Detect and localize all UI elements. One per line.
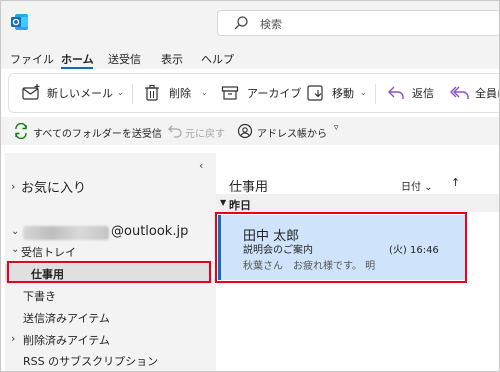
group-header[interactable] xyxy=(216,194,499,212)
delete-button[interactable]: 削除 xyxy=(169,85,191,101)
tab-send-receive[interactable]: 送受信 xyxy=(108,51,141,67)
reply-all-button[interactable]: 全員に xyxy=(475,85,499,101)
new-mail-dropdown-icon[interactable]: ⌄ xyxy=(117,88,124,97)
search-icon xyxy=(234,16,248,30)
address-book-icon xyxy=(237,123,253,139)
blurred-account-name xyxy=(23,226,109,240)
archive-icon xyxy=(221,86,239,100)
sort-by-date-button[interactable]: 日付 ⌄ xyxy=(401,178,433,193)
folder-inbox[interactable]: 受信トレイ xyxy=(21,244,76,260)
highlight-box xyxy=(215,212,467,283)
tab-view[interactable]: 表示 xyxy=(161,51,183,67)
ribbon-divider xyxy=(375,84,376,104)
delete-icon xyxy=(145,84,159,101)
favorites-header[interactable]: お気に入り xyxy=(21,177,86,196)
tab-file[interactable]: ファイル xyxy=(10,51,54,67)
chevron-down-icon[interactable]: ⌄ xyxy=(11,244,19,255)
chevron-right-icon[interactable]: › xyxy=(11,332,15,345)
active-tab-indicator xyxy=(61,67,93,69)
search-box[interactable]: 検索 xyxy=(217,10,499,36)
send-receive-all-button[interactable]: すべてのフォルダーを送受信 xyxy=(33,125,162,140)
send-receive-icon xyxy=(15,123,27,139)
move-dropdown-icon[interactable]: ⌄ xyxy=(360,88,367,97)
outlook-logo-icon xyxy=(11,14,28,30)
move-icon xyxy=(307,85,323,101)
new-mail-icon xyxy=(22,84,40,100)
address-book-button[interactable]: アドレス帳から xyxy=(257,125,327,140)
list-title: 仕事用 xyxy=(229,180,269,195)
sort-label: 日付 xyxy=(401,182,421,193)
folder-drafts[interactable]: 下書き xyxy=(23,288,56,304)
outlook-window: 検索 ファイル ホーム 送受信 表示 ヘルプ 新しいメール ⌄ 削除 ⌄ アーカ… xyxy=(0,0,500,372)
chevron-right-icon[interactable]: › xyxy=(11,180,15,193)
search-placeholder: 検索 xyxy=(260,18,282,31)
archive-button[interactable]: アーカイブ xyxy=(247,85,301,101)
sort-direction-icon[interactable]: ↑ xyxy=(451,176,460,189)
account-name[interactable]: @outlook.jp xyxy=(111,224,188,239)
new-mail-button[interactable]: 新しいメール xyxy=(47,85,113,101)
tab-help[interactable]: ヘルプ xyxy=(201,51,234,67)
tab-home[interactable]: ホーム xyxy=(61,51,94,67)
reply-icon xyxy=(388,86,404,99)
ribbon: 新しいメール ⌄ 削除 ⌄ アーカイブ 移動 ⌄ 返信 全員 xyxy=(8,73,499,113)
reply-all-icon xyxy=(450,86,469,99)
highlight-box xyxy=(7,261,211,283)
reply-button[interactable]: 返信 xyxy=(412,85,434,101)
folder-rss[interactable]: RSS のサブスクリプション xyxy=(23,353,158,369)
group-collapse-icon[interactable]: ▼ xyxy=(220,198,226,207)
ribbon-divider xyxy=(132,84,133,104)
delete-dropdown-icon[interactable]: ⌄ xyxy=(201,88,208,97)
move-button[interactable]: 移動 xyxy=(332,85,354,101)
folder-deleted[interactable]: 削除済みアイテム xyxy=(23,332,110,348)
customize-quickbar-icon[interactable]: ▿ xyxy=(334,123,339,133)
chevron-down-icon[interactable]: ⌄ xyxy=(11,226,19,237)
undo-button[interactable]: 元に戻す xyxy=(185,125,225,140)
folder-sent[interactable]: 送信済みアイテム xyxy=(23,310,110,326)
undo-icon xyxy=(168,125,182,138)
group-label: 昨日 xyxy=(229,199,251,212)
collapse-pane-icon[interactable]: ‹ xyxy=(199,159,203,172)
